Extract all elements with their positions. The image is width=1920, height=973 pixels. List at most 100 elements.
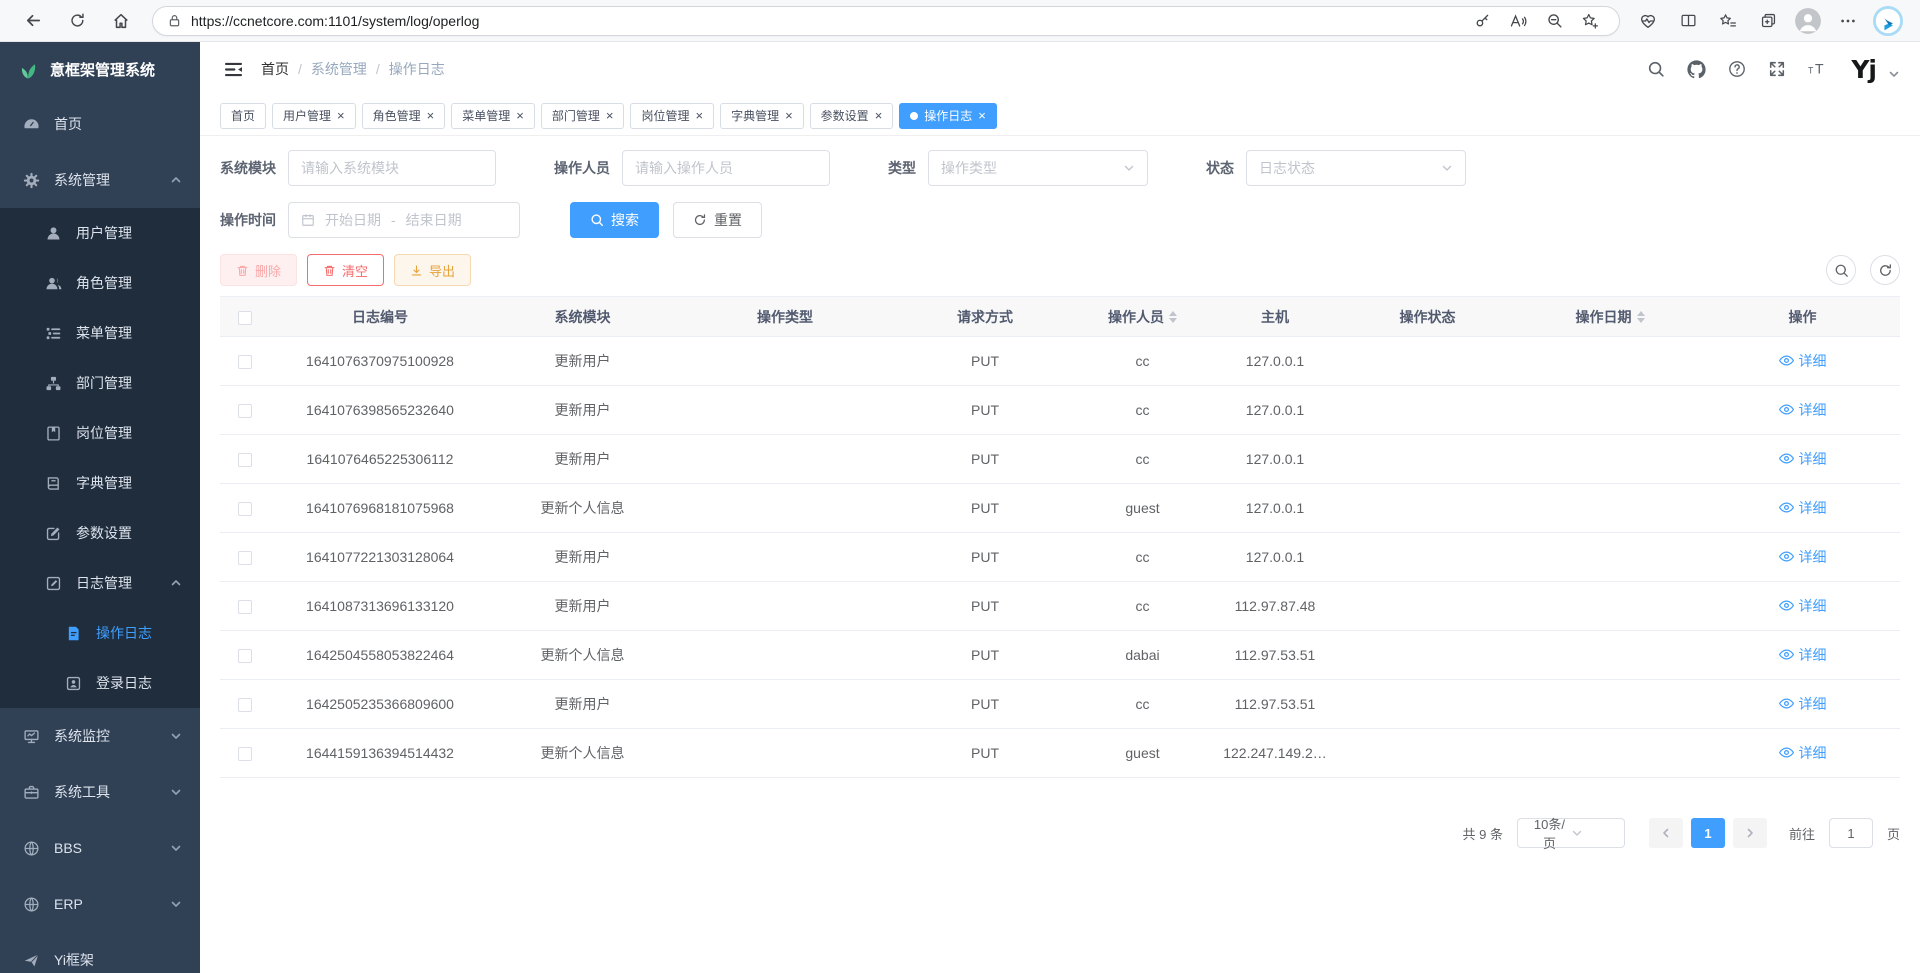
row-checkbox[interactable] xyxy=(238,404,252,418)
tab-dict-management[interactable]: 字典管理× xyxy=(720,103,804,129)
sidebar-item-post-management[interactable]: 岗位管理 xyxy=(0,408,200,458)
sidebar-item-home[interactable]: 首页 xyxy=(0,96,200,152)
prev-page-button[interactable] xyxy=(1649,818,1683,848)
row-checkbox[interactable] xyxy=(238,551,252,565)
detail-link[interactable]: 详细 xyxy=(1779,498,1827,518)
tab-close-icon[interactable]: × xyxy=(978,108,986,123)
detail-link[interactable]: 详细 xyxy=(1779,547,1827,567)
row-checkbox[interactable] xyxy=(238,600,252,614)
bing-button[interactable] xyxy=(1872,5,1904,37)
sort-carets-icon[interactable] xyxy=(1169,307,1177,327)
search-button[interactable] xyxy=(1647,60,1665,78)
tab-user-management[interactable]: 用户管理× xyxy=(272,103,356,129)
sidebar-item-system-tools[interactable]: 系统工具 xyxy=(0,764,200,820)
tab-post-management[interactable]: 岗位管理× xyxy=(630,103,714,129)
row-checkbox[interactable] xyxy=(238,453,252,467)
detail-link[interactable]: 详细 xyxy=(1779,694,1827,714)
row-checkbox[interactable] xyxy=(238,698,252,712)
sidebar-item-erp[interactable]: ERP xyxy=(0,876,200,932)
sidebar-item-operation-log[interactable]: 操作日志 xyxy=(0,608,200,658)
tab-role-management[interactable]: 角色管理× xyxy=(362,103,446,129)
reset-button[interactable]: 重置 xyxy=(673,202,762,238)
detail-link[interactable]: 详细 xyxy=(1779,645,1827,665)
sort-carets-icon[interactable] xyxy=(1637,307,1645,327)
tab-close-icon[interactable]: × xyxy=(695,108,703,123)
font-size-button[interactable]: TT xyxy=(1808,61,1829,77)
password-key-button[interactable] xyxy=(1467,8,1497,34)
help-button[interactable] xyxy=(1728,60,1746,78)
page-size-select[interactable]: 10条/页 xyxy=(1517,818,1625,848)
detail-link[interactable]: 详细 xyxy=(1779,351,1827,371)
zoom-out-button[interactable] xyxy=(1539,8,1569,34)
sidebar-item-label: 字典管理 xyxy=(76,473,132,493)
address-bar[interactable]: https://ccnetcore.com:1101/system/log/op… xyxy=(152,6,1620,36)
tab-home[interactable]: 首页 xyxy=(220,103,266,129)
row-checkbox[interactable] xyxy=(238,502,252,516)
fullscreen-button[interactable] xyxy=(1768,60,1786,78)
more-button[interactable] xyxy=(1832,5,1864,37)
breadcrumb-item-home[interactable]: 首页 xyxy=(261,59,289,79)
tab-close-icon[interactable]: × xyxy=(516,108,524,123)
date-range-input[interactable]: 开始日期 - 结束日期 xyxy=(288,202,520,238)
search-button[interactable]: 搜索 xyxy=(570,202,659,238)
sidebar-item-log-management[interactable]: 日志管理 xyxy=(0,558,200,608)
column-header-date[interactable]: 操作日期 xyxy=(1515,307,1705,327)
detail-link[interactable]: 详细 xyxy=(1779,400,1827,420)
sidebar-item-system-monitor[interactable]: 系统监控 xyxy=(0,708,200,764)
sidebar-item-menu-management[interactable]: 菜单管理 xyxy=(0,308,200,358)
type-select[interactable]: 操作类型 xyxy=(928,150,1148,186)
refresh-table-button[interactable] xyxy=(1870,255,1900,285)
user-avatar-logo[interactable]: Yj xyxy=(1851,57,1876,82)
browser-essentials-button[interactable] xyxy=(1632,5,1664,37)
refresh-button[interactable] xyxy=(60,5,94,37)
collections-button[interactable] xyxy=(1752,5,1784,37)
profile-avatar-button[interactable] xyxy=(1792,5,1824,37)
row-checkbox[interactable] xyxy=(238,355,252,369)
tab-dept-management[interactable]: 部门管理× xyxy=(541,103,625,129)
detail-link[interactable]: 详细 xyxy=(1779,743,1827,763)
sidebar-item-dict-management[interactable]: 字典管理 xyxy=(0,458,200,508)
toggle-search-button[interactable] xyxy=(1826,255,1856,285)
row-checkbox[interactable] xyxy=(238,649,252,663)
clear-button[interactable]: 清空 xyxy=(307,254,384,286)
split-screen-button[interactable] xyxy=(1672,5,1704,37)
sidebar-item-user-management[interactable]: 用户管理 xyxy=(0,208,200,258)
active-tab-dot xyxy=(910,112,918,120)
sidebar-item-param-settings[interactable]: 参数设置 xyxy=(0,508,200,558)
tab-close-icon[interactable]: × xyxy=(606,108,614,123)
github-button[interactable] xyxy=(1687,60,1706,79)
operator-input[interactable] xyxy=(622,150,830,186)
back-button[interactable] xyxy=(16,5,50,37)
tab-menu-management[interactable]: 菜单管理× xyxy=(451,103,535,129)
next-page-button[interactable] xyxy=(1733,818,1767,848)
tab-close-icon[interactable]: × xyxy=(875,108,883,123)
export-button[interactable]: 导出 xyxy=(394,254,471,286)
tab-close-icon[interactable]: × xyxy=(337,108,345,123)
favorites-button[interactable] xyxy=(1712,5,1744,37)
sidebar-item-dept-management[interactable]: 部门管理 xyxy=(0,358,200,408)
detail-link[interactable]: 详细 xyxy=(1779,596,1827,616)
tab-operation-log[interactable]: 操作日志× xyxy=(899,103,997,129)
filter-row-1: 系统模块 操作人员 类型 操作类型 状态 日志状 xyxy=(220,150,1900,186)
detail-link[interactable]: 详细 xyxy=(1779,449,1827,469)
tab-param-settings[interactable]: 参数设置× xyxy=(810,103,894,129)
module-input[interactable] xyxy=(288,150,496,186)
sidebar-item-role-management[interactable]: 角色管理 xyxy=(0,258,200,308)
sidebar-item-login-log[interactable]: 登录日志 xyxy=(0,658,200,708)
sidebar-fold-button[interactable] xyxy=(220,57,247,82)
sidebar-item-yi-framework[interactable]: Yi框架 xyxy=(0,932,200,973)
read-aloud-button[interactable] xyxy=(1503,8,1533,34)
status-select[interactable]: 日志状态 xyxy=(1246,150,1466,186)
row-checkbox[interactable] xyxy=(238,747,252,761)
tab-close-icon[interactable]: × xyxy=(785,108,793,123)
column-header-operator[interactable]: 操作人员 xyxy=(1075,307,1210,327)
sidebar-item-bbs[interactable]: BBS xyxy=(0,820,200,876)
goto-page-input[interactable] xyxy=(1829,818,1873,848)
page-1-button[interactable]: 1 xyxy=(1691,818,1725,848)
home-button[interactable] xyxy=(104,5,138,37)
tab-close-icon[interactable]: × xyxy=(427,108,435,123)
delete-button[interactable]: 删除 xyxy=(220,254,297,286)
sidebar-item-system-management[interactable]: 系统管理 xyxy=(0,152,200,208)
add-favorite-button[interactable] xyxy=(1575,8,1605,34)
select-all-checkbox[interactable] xyxy=(238,311,252,325)
